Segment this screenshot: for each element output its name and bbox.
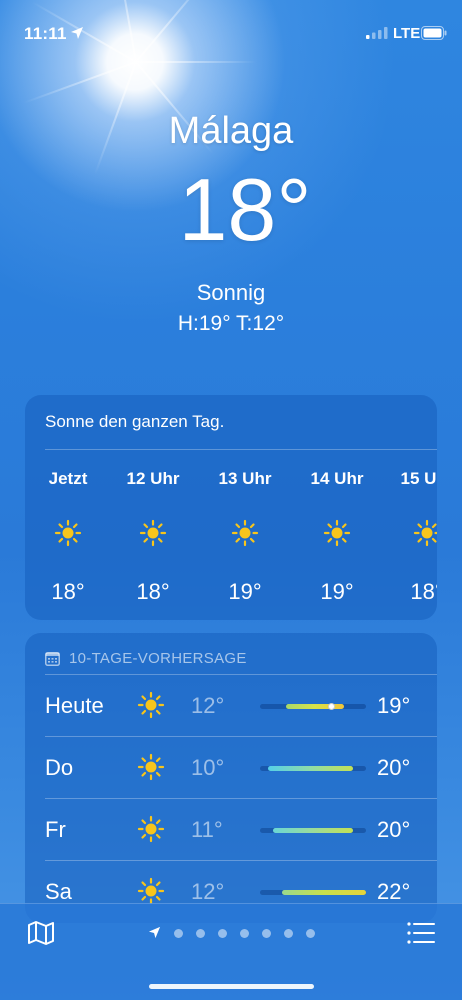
- page-dot[interactable]: [306, 929, 315, 938]
- sun-icon: [54, 519, 82, 547]
- calendar-icon: [45, 652, 60, 666]
- current-temp-dot: [328, 703, 335, 710]
- page-dot[interactable]: [196, 929, 205, 938]
- temperature-range-bar: [260, 703, 366, 710]
- signal-icon: [366, 27, 388, 39]
- battery-icon: [421, 26, 447, 40]
- forecast-low: 10°: [191, 755, 225, 780]
- high-low-temperature: H:19° T:12°: [177, 312, 285, 335]
- page-dot[interactable]: [174, 929, 183, 938]
- hourly-forecast-card[interactable]: Sonne den ganzen Tag. Jetzt 18° 12 Uhr 1…: [25, 395, 437, 620]
- city-name: Málaga: [168, 110, 294, 152]
- divider: [45, 449, 437, 450]
- forecast-day: Sa: [45, 879, 72, 904]
- temperature-range-bar: [260, 828, 366, 833]
- forecast-high: 22°: [377, 879, 411, 904]
- temperature-range-bar: [260, 766, 366, 771]
- location-arrow-icon: [148, 926, 161, 939]
- hour-label: 12 Uhr: [126, 469, 180, 488]
- forecast-high: 19°: [377, 693, 411, 718]
- status-time: 11:11: [24, 24, 67, 43]
- forecast-row[interactable]: Do 10° 20°: [25, 737, 437, 799]
- hour-label: 13 Uhr: [218, 469, 272, 488]
- forecast-low: 11°: [191, 817, 223, 842]
- forecast-day: Fr: [45, 817, 66, 842]
- map-icon[interactable]: [27, 920, 55, 946]
- location-arrow-icon: [71, 27, 83, 39]
- temperature-range-fill: [282, 890, 366, 895]
- hour-label: Jetzt: [48, 469, 88, 488]
- forecast-high: 20°: [377, 817, 411, 842]
- forecast-title: 10-TAGE-VORHERSAGE: [69, 650, 247, 667]
- ten-day-forecast-card[interactable]: 10-TAGE-VORHERSAGE Heute 12° 19° Do 10° …: [25, 633, 437, 923]
- status-bar: 11:11 LTE: [0, 0, 462, 64]
- home-indicator[interactable]: [149, 984, 314, 989]
- network-type: LTE: [393, 25, 421, 42]
- hourly-summary: Sonne den ganzen Tag.: [45, 412, 225, 431]
- hour-temp: 19°: [320, 579, 354, 604]
- current-temperature: 18°: [178, 160, 312, 259]
- sun-icon: [137, 753, 165, 781]
- forecast-row[interactable]: Fr 11° 20°: [25, 799, 437, 861]
- sun-icon: [139, 519, 167, 547]
- hour-temp: 19°: [228, 579, 262, 604]
- forecast-row[interactable]: Heute 12° 19°: [25, 675, 437, 737]
- page-dot[interactable]: [262, 929, 271, 938]
- list-icon[interactable]: [407, 922, 435, 944]
- hour-temp: 18°: [410, 579, 437, 604]
- hour-temp: 18°: [51, 579, 85, 604]
- page-dot[interactable]: [284, 929, 293, 938]
- hour-temp: 18°: [136, 579, 170, 604]
- forecast-low: 12°: [191, 693, 225, 718]
- temperature-range-fill: [286, 704, 344, 709]
- page-dot[interactable]: [218, 929, 227, 938]
- hour-label: 15 Uhr: [400, 469, 437, 488]
- sun-icon: [137, 691, 165, 719]
- forecast-day: Do: [45, 755, 74, 780]
- temperature-range-bar: [260, 890, 366, 895]
- sun-icon: [413, 519, 437, 547]
- temperature-range-fill: [268, 766, 353, 771]
- sun-icon: [323, 519, 351, 547]
- hour-label: 14 Uhr: [310, 469, 364, 488]
- weather-condition: Sonnig: [196, 280, 266, 305]
- sun-icon: [137, 815, 165, 843]
- forecast-day: Heute: [45, 693, 104, 718]
- sun-icon: [137, 877, 165, 905]
- forecast-low: 12°: [191, 879, 225, 904]
- sun-icon: [231, 519, 259, 547]
- page-dot[interactable]: [240, 929, 249, 938]
- temperature-range-fill: [273, 828, 353, 833]
- forecast-high: 20°: [377, 755, 411, 780]
